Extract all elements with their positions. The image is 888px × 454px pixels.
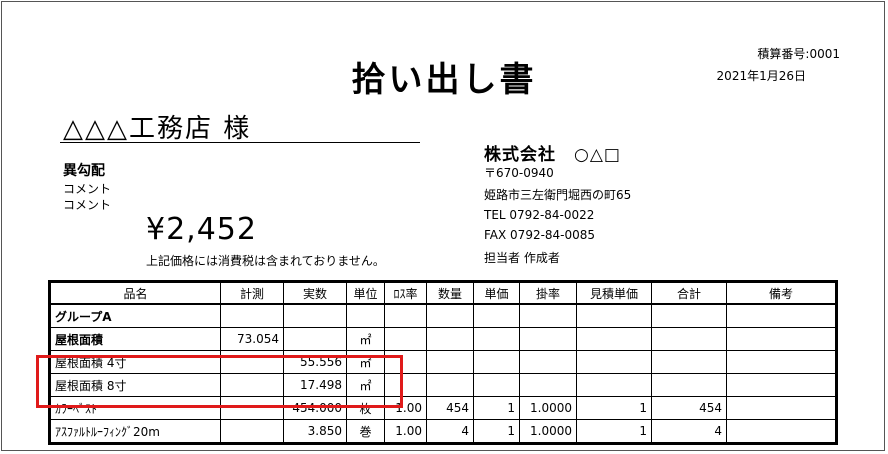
comment-1: コメント (63, 182, 112, 196)
table-row: 屋根面積 73.054 ㎡ (50, 327, 836, 351)
cell (576, 373, 652, 397)
header-cell: 見積単価 (576, 282, 652, 305)
cell: 454 (426, 396, 474, 420)
cell: 1 (576, 396, 652, 420)
cell: 1 (576, 419, 652, 443)
cell (726, 350, 836, 374)
cell: 屋根面積 8寸 (50, 373, 221, 397)
cell (426, 303, 474, 328)
cell (220, 373, 284, 397)
cell: 4 (651, 419, 727, 443)
cell (576, 327, 652, 351)
cell (576, 350, 652, 374)
cell (519, 303, 577, 328)
items-table: 品名 計測 実数 単位 ﾛｽ率 数量 単価 掛率 見積単価 合計 備考 グループ… (48, 280, 838, 445)
header-cell: 備考 (726, 282, 836, 305)
header-cell: 実数 (283, 282, 347, 305)
client-underline (60, 142, 420, 143)
total-amount: ¥2,452 (146, 212, 257, 247)
header-cell: 品名 (50, 282, 221, 305)
cell: 枚 (346, 396, 385, 420)
company-name: 株式会社 ○△□ (484, 145, 621, 165)
cell: 454.000 (283, 396, 347, 420)
header-cell: 単価 (473, 282, 520, 305)
cell: 17.498 (283, 373, 347, 397)
cell (426, 373, 474, 397)
table-row: ｱｽﾌｧﾙﾄﾙｰﾌｨﾝｸﾞ20m 3.850 巻 1.00 4 1 1.0000… (50, 419, 836, 443)
cell (283, 303, 347, 328)
cell: 55.556 (283, 350, 347, 374)
company-fax: FAX 0792-84-0085 (484, 228, 596, 242)
cell (426, 327, 474, 351)
cell: 巻 (346, 419, 385, 443)
cell: 4 (426, 419, 474, 443)
table-row: 屋根面積 8寸 17.498 ㎡ (50, 373, 836, 397)
document-title: 拾い出し書 (351, 60, 537, 100)
cell (576, 303, 652, 328)
cell (346, 303, 385, 328)
header-cell: ﾛｽ率 (384, 282, 427, 305)
table-header-row: 品名 計測 実数 単位 ﾛｽ率 数量 単価 掛率 見積単価 合計 備考 (50, 282, 836, 305)
cell (384, 373, 427, 397)
header-cell: 合計 (651, 282, 727, 305)
cell (726, 327, 836, 351)
cell (726, 419, 836, 443)
cell: ｶﾗｰﾍﾞｽﾄ (50, 396, 221, 420)
cell: 1.0000 (519, 419, 577, 443)
cell: ㎡ (346, 327, 385, 351)
company-tel: TEL 0792-84-0022 (484, 208, 595, 222)
cell (651, 350, 727, 374)
header-cell: 数量 (426, 282, 474, 305)
header-cell: 単位 (346, 282, 385, 305)
header-cell: 掛率 (519, 282, 577, 305)
table-row: ｶﾗｰﾍﾞｽﾄ 454.000 枚 1.00 454 1 1.0000 1 45… (50, 396, 836, 420)
company-postal: 〒670-0940 (484, 166, 554, 180)
cell (426, 350, 474, 374)
cell: 1 (473, 419, 520, 443)
table-row: グループA (50, 303, 836, 328)
cell: 1.0000 (519, 396, 577, 420)
cell: ㎡ (346, 373, 385, 397)
cell: グループA (50, 303, 221, 328)
cell (220, 419, 284, 443)
cell (220, 350, 284, 374)
cell (519, 350, 577, 374)
cell: 454 (651, 396, 727, 420)
cell: 1 (473, 396, 520, 420)
cell (473, 350, 520, 374)
cell (473, 303, 520, 328)
cell (220, 396, 284, 420)
company-person: 担当者 作成者 (484, 251, 560, 265)
cell (283, 327, 347, 351)
cell (384, 327, 427, 351)
cell (220, 303, 284, 328)
cell (473, 373, 520, 397)
table-row: 屋根面積 4寸 55.556 ㎡ (50, 350, 836, 374)
cell (473, 327, 520, 351)
cell (726, 303, 836, 328)
tax-note: 上記価格には消費税は含まれておりません。 (146, 254, 385, 268)
cell: 屋根面積 (50, 327, 221, 351)
cell: 屋根面積 4寸 (50, 350, 221, 374)
cell: 1.00 (384, 419, 427, 443)
cell (519, 327, 577, 351)
company-address: 姫路市三左衛門堀西の町65 (484, 188, 632, 202)
cell (384, 303, 427, 328)
cell: ｱｽﾌｧﾙﾄﾙｰﾌｨﾝｸﾞ20m (50, 419, 221, 443)
header-cell: 計測 (220, 282, 284, 305)
cell: 1.00 (384, 396, 427, 420)
cell (651, 303, 727, 328)
cell (384, 350, 427, 374)
client-name: △△△工務店 様 (63, 114, 252, 144)
cell (726, 373, 836, 397)
cell: 73.054 (220, 327, 284, 351)
cell: 3.850 (283, 419, 347, 443)
comment-2: コメント (63, 198, 112, 212)
cell (651, 373, 727, 397)
cell (726, 396, 836, 420)
cell (519, 373, 577, 397)
subject: 異勾配 (63, 163, 105, 179)
cell: ㎡ (346, 350, 385, 374)
cell (651, 327, 727, 351)
